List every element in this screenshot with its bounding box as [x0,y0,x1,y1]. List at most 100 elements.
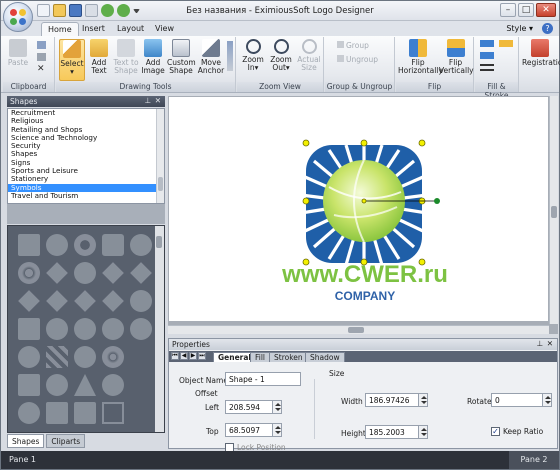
scroll-thumb[interactable] [158,177,163,191]
width-field[interactable]: 186.97426 [365,393,419,407]
rotate-field[interactable]: 0 [491,393,543,407]
logo-subtext[interactable]: COMPANY [335,289,395,303]
warning-shape-icon[interactable] [74,374,96,396]
object-name-field[interactable]: Shape - 1 [225,372,301,386]
center-handle[interactable] [361,198,367,204]
height-stepper[interactable] [418,425,428,439]
symbol-shape-icon[interactable] [102,290,124,312]
top-stepper[interactable] [272,423,282,437]
checker-shape-icon[interactable] [46,346,68,368]
paste-button[interactable]: Paste [7,39,29,67]
tab-home[interactable]: Home [41,22,79,36]
fan-shape-icon[interactable] [18,346,40,368]
keep-ratio-checkbox[interactable]: ✓ [491,427,500,436]
symbol-shape-icon[interactable] [130,290,152,312]
symbol-shape-icon[interactable] [130,234,152,256]
symbol-shape-icon[interactable] [18,374,40,396]
symbol-shape-icon[interactable] [102,262,124,284]
text-to-shape-button[interactable]: Text to Shape [113,39,139,75]
top-field[interactable]: 68.5097 [225,423,273,437]
tab-view[interactable]: View [149,22,180,36]
flip-vertically-button[interactable]: Flip Vertically [439,39,474,75]
tab-stroken[interactable]: Stroken [269,352,308,362]
tab-cliparts[interactable]: Cliparts [46,434,86,448]
flip-horizontally-button[interactable]: Flip Horizontally [398,39,443,75]
tab-shapes[interactable]: Shapes [7,434,45,448]
canvas-vertical-scrollbar[interactable] [549,96,558,324]
left-field[interactable]: 208.594 [225,400,273,414]
panel-close-icon[interactable]: ✕ [547,339,553,348]
rotate-stepper[interactable] [542,393,552,407]
select-button[interactable]: Select ▾ [59,39,85,81]
symbol-shape-icon[interactable] [74,346,96,368]
maximize-button[interactable]: □ [518,3,534,17]
cup-shape-icon[interactable] [46,402,68,424]
cut-icon[interactable] [37,41,46,49]
symbol-shape-icon[interactable] [18,234,40,256]
registration-button[interactable]: Registratio [522,39,560,67]
fill-style-icon[interactable] [499,40,513,47]
ungroup-button[interactable]: Ungroup [337,55,378,64]
minimize-button[interactable]: – [500,3,516,17]
symbol-shape-icon[interactable] [46,290,68,312]
app-menu-button[interactable] [3,2,33,32]
tab-layout[interactable]: Layout [111,22,150,36]
gear-shape-icon[interactable] [74,234,96,256]
biohazard-shape-icon[interactable] [18,262,40,284]
tab-first-icon[interactable]: ⏮ [171,352,179,360]
radiation-shape-icon[interactable] [102,346,124,368]
fill-color-icon[interactable] [480,40,494,47]
category-list-scrollbar[interactable] [156,109,164,203]
symbol-shape-icon[interactable] [74,290,96,312]
pin-icon[interactable]: ⊥ [144,96,151,105]
width-stepper[interactable] [418,393,428,407]
symbol-shape-icon[interactable] [74,402,96,424]
panel-close-icon[interactable]: ✕ [155,96,161,105]
help-icon[interactable]: ? [542,23,553,34]
add-image-button[interactable]: Add Image [141,39,165,75]
tab-last-icon[interactable]: ⏭ [198,352,206,360]
logo-artwork[interactable]: www.CWER.ru COMPANY [169,97,548,321]
scroll-thumb[interactable] [156,236,162,248]
stroke-width-icon[interactable] [480,64,494,71]
pin-icon[interactable]: ⊥ [536,339,543,348]
castle-shape-icon[interactable] [18,318,40,340]
stroke-color-icon[interactable] [480,52,494,59]
add-text-button[interactable]: Add Text [87,39,111,75]
actual-size-button[interactable]: Actual Size [296,39,322,72]
tab-next-icon[interactable]: ▶ [189,352,197,360]
symbol-shape-icon[interactable] [102,234,124,256]
list-item[interactable]: Travel and Tourism [8,191,164,200]
tab-shadow[interactable]: Shadow [305,352,345,362]
symbol-shape-icon[interactable] [74,262,96,284]
symbol-shape-icon[interactable] [102,318,124,340]
yin-yang-shape-icon[interactable] [102,374,124,396]
zoom-in-button[interactable]: Zoom In▾ [240,39,266,72]
style-menu[interactable]: Style ▾ [506,24,533,33]
zoom-out-button[interactable]: Zoom Out▾ [268,39,294,72]
delete-icon[interactable]: ✕ [37,65,46,74]
symbol-shape-icon[interactable] [130,262,152,284]
copy-icon[interactable] [37,53,46,61]
tab-fill[interactable]: Fill [250,352,271,362]
group-button[interactable]: Group [337,41,369,50]
tab-prev-icon[interactable]: ◀ [180,352,188,360]
left-stepper[interactable] [272,400,282,414]
list-item[interactable]: Shapes [8,150,164,159]
height-field[interactable]: 185.2003 [365,425,419,439]
custom-shape-button[interactable]: Custom Shape [167,39,196,75]
symbol-shape-icon[interactable] [18,290,40,312]
gallery-scrollbar[interactable] [155,226,164,432]
scroll-thumb[interactable] [551,206,557,218]
node-tools-icon[interactable] [227,41,233,71]
canvas-horizontal-scrollbar[interactable] [168,325,549,334]
move-anchor-button[interactable]: Move Anchor [197,39,225,75]
symbol-shape-icon[interactable] [74,318,96,340]
scroll-thumb[interactable] [348,327,364,333]
rotation-handle[interactable] [434,198,440,204]
symbol-shape-icon[interactable] [46,318,68,340]
close-button[interactable]: ✕ [536,3,556,17]
symbol-shape-icon[interactable] [46,262,68,284]
checkbox-shape-icon[interactable] [102,402,124,424]
symbol-shape-icon[interactable] [18,402,40,424]
